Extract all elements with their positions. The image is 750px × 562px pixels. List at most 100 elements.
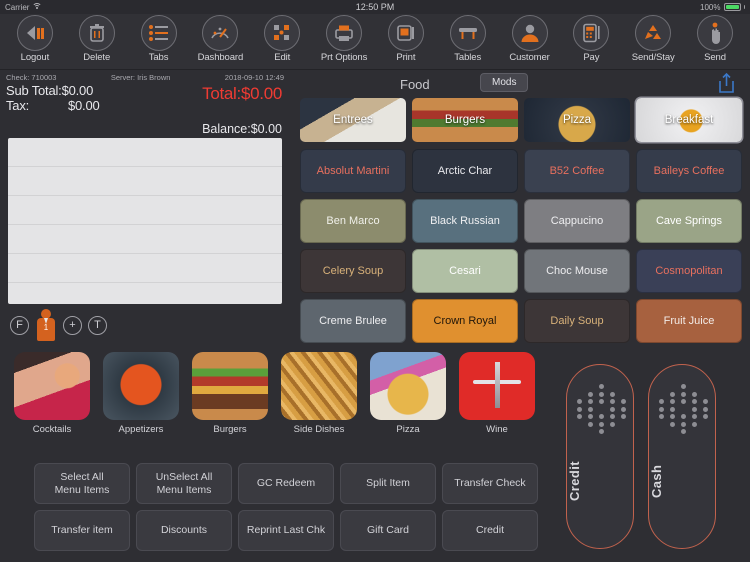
- toolbar-button-edit[interactable]: Edit: [255, 14, 309, 63]
- toolbar-button-tabs[interactable]: Tabs: [132, 14, 186, 63]
- check-info: Check: 710003 Server: Iris Brown 2018-09…: [0, 70, 290, 138]
- menu-panel-header: Food Mods: [292, 70, 750, 98]
- menu-item-cesari[interactable]: Cesari: [412, 249, 518, 293]
- menu-item-b52-coffee[interactable]: B52 Coffee: [524, 149, 630, 193]
- pos-app-window: Carrier 12:50 PM 100% Logout Delete Tabs…: [0, 0, 750, 562]
- battery-cap-icon: [743, 5, 745, 9]
- menu-item-cosmopolitan[interactable]: Cosmopolitan: [636, 249, 742, 293]
- category-tile-cocktails[interactable]: Cocktails: [14, 352, 90, 435]
- main-toolbar: Logout Delete Tabs Dashboard Edit Prt Op…: [0, 14, 750, 70]
- menu-tab-burgers[interactable]: Burgers: [412, 98, 518, 142]
- menu-item-ben-marco[interactable]: Ben Marco: [300, 199, 406, 243]
- soup-photo: [103, 352, 179, 420]
- category-tile-label: Burgers: [213, 424, 247, 435]
- clock-label: 12:50 PM: [355, 2, 395, 12]
- check-meta-row: Check: 710003 Server: Iris Brown 2018-09…: [6, 73, 284, 82]
- menu-tab-label: Entrees: [333, 114, 373, 126]
- menu-item-cappucino[interactable]: Cappucino: [524, 199, 630, 243]
- order-items-list[interactable]: [8, 138, 282, 304]
- menu-item-creme-brulee[interactable]: Creme Brulee: [300, 299, 406, 343]
- transfer-button[interactable]: T: [88, 315, 107, 335]
- printer-icon: [387, 15, 424, 51]
- burger-photo: [192, 352, 268, 420]
- tax-value: $0.00: [68, 98, 100, 113]
- cocktail-photo: [14, 352, 90, 420]
- category-tabs: Entrees Burgers Pizza Breakfast: [292, 98, 750, 142]
- toolbar-button-label: Logout: [20, 52, 50, 63]
- toolbar-button-send[interactable]: Send: [688, 14, 742, 63]
- toolbar-button-prt-options[interactable]: Prt Options: [317, 14, 371, 63]
- toolbar-button-label: Delete: [83, 52, 111, 63]
- menu-tab-pizza[interactable]: Pizza: [524, 98, 630, 142]
- action-button-select-all-menu-items[interactable]: Select All Menu Items: [34, 463, 130, 504]
- menu-tab-breakfast[interactable]: Breakfast: [636, 98, 742, 142]
- person-icon: [511, 15, 548, 51]
- server-label: Server: Iris Brown: [110, 73, 171, 82]
- toolbar-button-label: Customer: [509, 52, 550, 63]
- toolbar-button-delete[interactable]: Delete: [70, 14, 124, 63]
- toolbar-button-tables[interactable]: Tables: [441, 14, 495, 63]
- toolbar-button-label: Dashboard: [197, 52, 244, 63]
- recycle-icon: [635, 15, 672, 51]
- menu-tab-entrees[interactable]: Entrees: [300, 98, 406, 142]
- toolbar-button-print[interactable]: Print: [379, 14, 433, 63]
- status-bar: Carrier 12:50 PM 100%: [0, 0, 750, 14]
- guest-controls: F 1 + T: [10, 309, 107, 341]
- trash-icon: [78, 15, 115, 51]
- toolbar-button-label: Pay: [583, 52, 600, 63]
- menu-item-choc-mouse[interactable]: Choc Mouse: [524, 249, 630, 293]
- menu-item-arctic-char[interactable]: Arctic Char: [412, 149, 518, 193]
- action-button-transfer-item[interactable]: Transfer item: [34, 510, 130, 551]
- toolbar-button-label: Prt Options: [320, 52, 368, 63]
- action-button-unselect-all-menu-items[interactable]: UnSelect All Menu Items: [136, 463, 232, 504]
- toolbar-button-logout[interactable]: Logout: [8, 14, 62, 63]
- battery-icon: [723, 3, 741, 11]
- list-icon: [140, 15, 177, 51]
- toolbar-button-pay[interactable]: Pay: [564, 14, 618, 63]
- menu-panel: Food Mods Entrees Burgers Pizza Breakfast A…: [292, 70, 750, 562]
- menu-tab-label: Pizza: [562, 114, 592, 126]
- check-datetime-label: 2018-09-10 12:49: [224, 73, 284, 82]
- gauge-icon: [202, 15, 239, 51]
- category-tile-label: Cocktails: [32, 424, 72, 435]
- toolbar-button-send-stay[interactable]: Send/Stay: [626, 14, 680, 63]
- toolbar-button-label: Edit: [274, 52, 291, 63]
- table-icon: [449, 15, 486, 51]
- menu-item-cave-springs[interactable]: Cave Springs: [636, 199, 742, 243]
- balance-label: Balance:$0.00: [202, 122, 282, 136]
- calculator-icon: [573, 15, 610, 51]
- menu-item-fruit-juice[interactable]: Fruit Juice: [636, 299, 742, 343]
- menu-tab-label: Burgers: [444, 114, 486, 126]
- menu-panel-title: Food: [400, 76, 430, 92]
- action-button-discounts[interactable]: Discounts: [136, 510, 232, 551]
- check-number-label: Check: 710003: [6, 73, 57, 82]
- status-right: 100%: [700, 3, 745, 12]
- guest-count-icon[interactable]: 1: [35, 309, 57, 341]
- total-label: Total:$0.00: [202, 84, 282, 103]
- toolbar-button-label: Tables: [454, 52, 482, 63]
- toolbar-button-label: Send/Stay: [631, 52, 675, 63]
- category-tile-label: Appetizers: [118, 424, 164, 435]
- battery-percent-label: 100%: [700, 2, 721, 12]
- add-guest-button[interactable]: +: [63, 315, 82, 335]
- menu-item-crown-royal[interactable]: Crown Royal: [412, 299, 518, 343]
- toolbar-button-customer[interactable]: Customer: [503, 14, 557, 63]
- menu-item-grid: Absolut Martini Arctic Char B52 Coffee Bail…: [292, 142, 750, 343]
- menu-item-black-russian[interactable]: Black Russian: [412, 199, 518, 243]
- tax-label: Tax:: [6, 98, 30, 113]
- fire-button[interactable]: F: [10, 315, 29, 335]
- share-icon[interactable]: [717, 72, 736, 94]
- menu-item-absolut-martini[interactable]: Absolut Martini: [300, 149, 406, 193]
- toolbar-button-dashboard[interactable]: Dashboard: [193, 14, 247, 63]
- printer-options-icon: [326, 15, 363, 51]
- mods-button[interactable]: Mods: [480, 73, 529, 92]
- toolbar-button-label: Print: [396, 52, 416, 63]
- guest-count-label: 1: [43, 323, 49, 332]
- toolbar-button-label: Tabs: [148, 52, 169, 63]
- category-tile-appetizers[interactable]: Appetizers: [103, 352, 179, 435]
- menu-item-celery-soup[interactable]: Celery Soup: [300, 249, 406, 293]
- menu-item-daily-soup[interactable]: Daily Soup: [524, 299, 630, 343]
- menu-tab-label: Breakfast: [664, 114, 714, 126]
- menu-item-baileys-coffee[interactable]: Baileys Coffee: [636, 149, 742, 193]
- category-tile-burgers[interactable]: Burgers: [192, 352, 268, 435]
